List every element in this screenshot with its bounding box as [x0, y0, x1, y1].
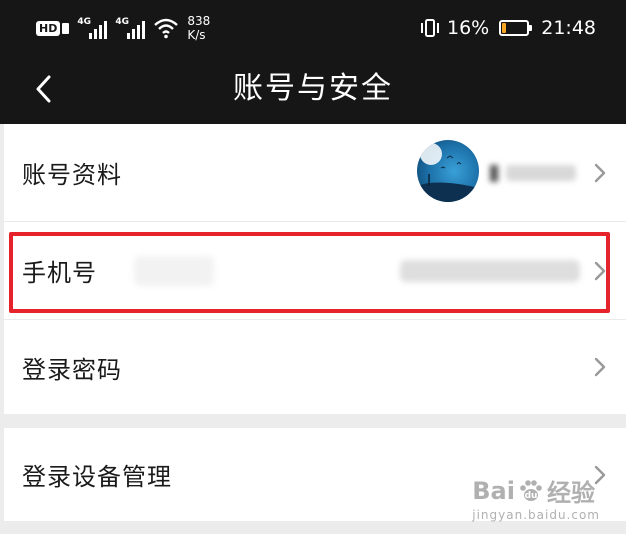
watermark-brand-right: 经验: [546, 479, 595, 507]
page-title: 账号与安全: [233, 71, 393, 106]
wifi-icon: [153, 17, 179, 39]
row-login-password[interactable]: 登录密码: [4, 320, 626, 414]
chevron-right-icon: [594, 357, 606, 377]
chevron-left-icon: [36, 75, 51, 103]
vibrate-icon: [419, 18, 441, 38]
back-button[interactable]: [26, 72, 60, 106]
battery-percent: 16%: [447, 17, 490, 39]
network-speed-unit: K/s: [187, 28, 206, 42]
signal-tag: 4G: [77, 17, 91, 27]
row-label: 登录设备管理: [22, 463, 172, 491]
status-left-icons: HD 4G 4G 838 K/s: [36, 10, 210, 46]
network-speed-value: 838: [187, 14, 211, 28]
signal-icon: 4G: [77, 17, 108, 39]
row-label: 账号资料: [22, 161, 122, 189]
status-bar: HD 4G 4G 838 K/s 16% 21:48: [0, 0, 626, 54]
highlight-box: [9, 232, 610, 313]
paw-icon: du: [520, 479, 542, 501]
row-account-profile[interactable]: 账号资料 ▮: [4, 124, 626, 221]
hd-icon: HD: [36, 20, 70, 36]
status-right-icons: 16% 21:48: [419, 10, 596, 46]
watermark-brand-left: Bai: [472, 476, 515, 505]
avatar: [417, 140, 479, 202]
hd-label: HD: [36, 20, 61, 36]
battery-level: [502, 23, 507, 33]
account-name-masked: ▮: [488, 160, 580, 186]
clock: 21:48: [541, 17, 596, 39]
watermark-url: jingyan.baidu.com: [472, 508, 600, 522]
nav-bar: 账号与安全: [0, 54, 626, 124]
network-speed: 838 K/s: [187, 14, 210, 42]
battery-icon: [499, 20, 533, 36]
chevron-right-icon: [594, 163, 606, 182]
signal-tag: 4G: [115, 17, 129, 27]
signal-icon: 4G: [115, 17, 146, 39]
svg-text:du: du: [525, 491, 538, 501]
row-label: 登录密码: [22, 355, 122, 384]
watermark: Bai du 经验 jingyan.baidu.com: [472, 473, 600, 523]
